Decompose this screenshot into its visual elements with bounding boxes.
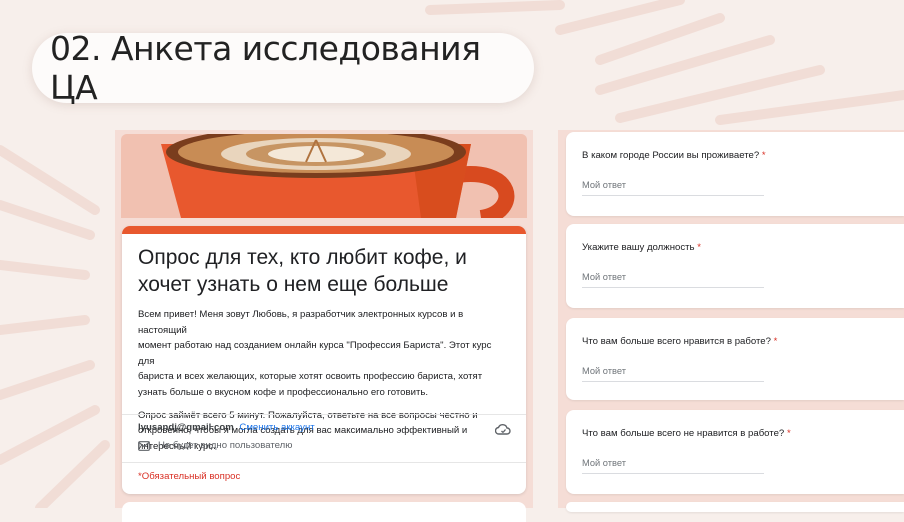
slide-title-pill: 02. Анкета исследования ЦА	[32, 29, 534, 107]
required-asterisk: *	[761, 150, 766, 161]
required-note: *Обязательный вопрос	[138, 471, 241, 482]
answer-input[interactable]: Мой ответ	[582, 272, 764, 288]
answer-input[interactable]: Мой ответ	[582, 180, 764, 196]
switch-account-link[interactable]: Сменить аккаунт	[239, 422, 314, 433]
question-label: Что вам больше всего не нравится в работ…	[582, 428, 791, 439]
question-card: Укажите вашу должность * Мой ответ	[566, 224, 904, 308]
form-header-card: Опрос для тех, кто любит кофе, и хочет у…	[122, 226, 526, 494]
mail-icon	[138, 440, 150, 451]
required-asterisk: *	[786, 428, 791, 439]
divider	[122, 414, 526, 415]
next-question-card	[122, 502, 526, 522]
answer-input[interactable]: Мой ответ	[582, 458, 764, 474]
accent-bar	[122, 226, 526, 234]
divider	[122, 462, 526, 463]
question-label: Что вам больше всего нравится в работе? …	[582, 336, 778, 347]
required-asterisk: *	[697, 242, 701, 253]
email-hidden-text: Не будет видно пользователю	[158, 440, 293, 451]
required-asterisk: *	[773, 336, 778, 347]
coffee-cup-illustration	[121, 134, 527, 218]
email-hidden-note: Не будет видно пользователю	[138, 440, 292, 451]
slide-title: 02. Анкета исследования ЦА	[50, 29, 481, 107]
questions-column: В каком городе России вы проживаете? * М…	[558, 130, 904, 512]
coffee-banner-image	[121, 134, 527, 218]
question-card: Что вам больше всего не нравится в работ…	[566, 410, 904, 494]
account-row: lyusandj@gmail.com Сменить аккаунт	[138, 422, 315, 433]
cloud-off-icon	[495, 424, 511, 435]
form-description: Всем привет! Меня зовут Любовь, я разраб…	[138, 309, 492, 398]
question-label: В каком городе России вы проживаете? *	[582, 150, 766, 161]
question-card: Что вам больше всего нравится в работе? …	[566, 318, 904, 400]
next-question-card	[566, 502, 904, 512]
question-card: В каком городе России вы проживаете? * М…	[566, 132, 904, 216]
question-label: Укажите вашу должность *	[582, 242, 701, 253]
form-header-column: Опрос для тех, кто любит кофе, и хочет у…	[115, 130, 533, 522]
account-email: lyusandj@gmail.com	[138, 422, 234, 433]
answer-input[interactable]: Мой ответ	[582, 366, 764, 382]
form-title: Опрос для тех, кто любит кофе, и хочет у…	[138, 246, 467, 296]
